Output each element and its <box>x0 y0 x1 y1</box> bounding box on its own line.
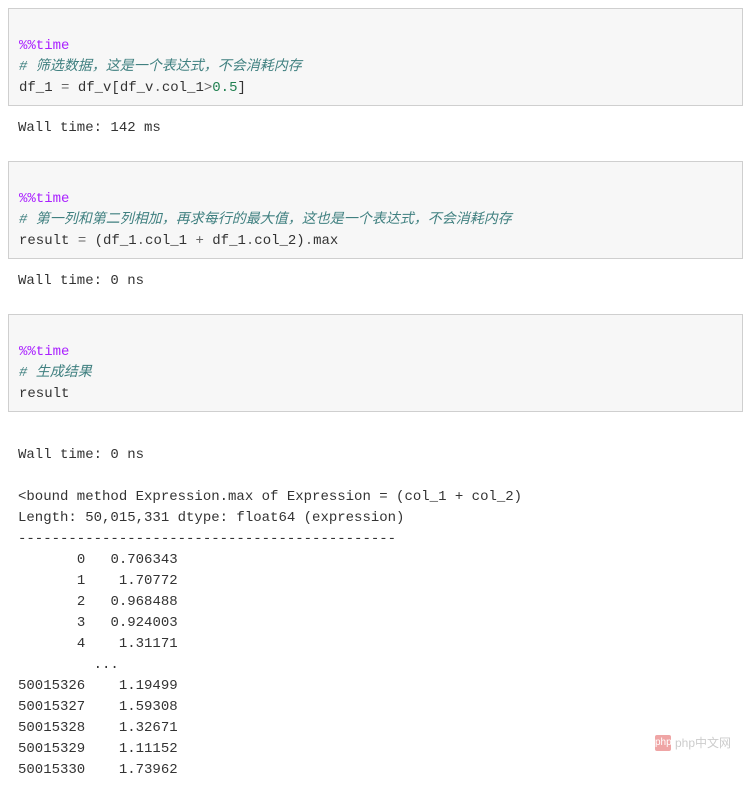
data-row: 50015330 1.73962 <box>18 762 178 778</box>
watermark: php php中文网 <box>655 734 731 752</box>
code-line: df_1 = df_v[df_v.col_1>0.5] <box>19 80 246 96</box>
result-header: <bound method Expression.max of Expressi… <box>18 489 522 505</box>
data-row: 50015329 1.11152 <box>18 741 178 757</box>
data-row: 4 1.31171 <box>18 636 178 652</box>
comment-line: # 生成结果 <box>19 365 92 381</box>
result-divider: ----------------------------------------… <box>18 531 396 547</box>
result-length: Length: 50,015,331 dtype: float64 (expre… <box>18 510 404 526</box>
output-cell-2: Wall time: 0 ns <box>8 269 743 302</box>
comment-line: # 第一列和第二列相加，再求每行的最大值，这也是一个表达式，不会消耗内存 <box>19 212 512 228</box>
output-cell-3: Wall time: 0 ns <bound method Expression… <box>8 422 743 791</box>
code-cell-2: %%time # 第一列和第二列相加，再求每行的最大值，这也是一个表达式，不会消… <box>8 161 743 259</box>
data-row: 50015328 1.32671 <box>18 720 178 736</box>
watermark-text: php中文网 <box>675 734 731 752</box>
ellipsis: ... <box>18 657 119 673</box>
code-line: result = (df_1.col_1 + df_1.col_2).max <box>19 233 338 249</box>
magic-command: %%time <box>19 191 69 207</box>
data-row: 2 0.968488 <box>18 594 178 610</box>
code-line: result <box>19 386 69 402</box>
comment-line: # 筛选数据，这是一个表达式，不会消耗内存 <box>19 59 302 75</box>
data-row: 50015326 1.19499 <box>18 678 178 694</box>
code-cell-3: %%time # 生成结果 result <box>8 314 743 412</box>
data-row: 1 1.70772 <box>18 573 178 589</box>
output-cell-1: Wall time: 142 ms <box>8 116 743 149</box>
magic-command: %%time <box>19 38 69 54</box>
data-row: 3 0.924003 <box>18 615 178 631</box>
data-row: 50015327 1.59308 <box>18 699 178 715</box>
magic-command: %%time <box>19 344 69 360</box>
data-row: 0 0.706343 <box>18 552 178 568</box>
wall-time: Wall time: 0 ns <box>18 447 144 463</box>
watermark-logo-icon: php <box>655 735 671 751</box>
code-cell-1: %%time # 筛选数据，这是一个表达式，不会消耗内存 df_1 = df_v… <box>8 8 743 106</box>
